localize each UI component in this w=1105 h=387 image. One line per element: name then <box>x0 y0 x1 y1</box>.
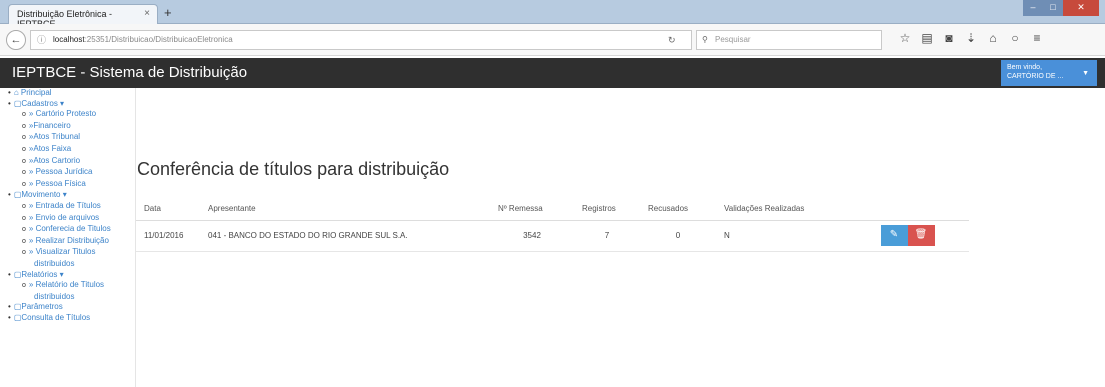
sidebar-item-conferencia[interactable]: » Conferecia de Titulos <box>0 224 135 236</box>
address-bar[interactable]: ⓘ localhost:25351/Distribuicao/Distribui… <box>30 30 692 50</box>
sidebar-item-atos-cartorio[interactable]: »Atos Cartorio <box>0 156 135 168</box>
info-icon[interactable]: ⓘ <box>37 31 46 49</box>
col-header-apresentante: Apresentante <box>200 198 490 221</box>
sidebar-item-relatorio-titulos-wrap[interactable]: distribuidos <box>0 292 135 303</box>
table-row: 11/01/2016 041 - BANCO DO ESTADO DO RIO … <box>136 220 969 252</box>
minimize-icon[interactable]: – <box>1023 0 1043 16</box>
sidebar-item-label: Cadastros ▾ <box>21 98 65 108</box>
browser-nav-bar: ← ⓘ localhost:25351/Distribuicao/Distrib… <box>0 24 1105 56</box>
user-menu-button[interactable]: Bem vindo, CARTÓRIO DE ... ▼ <box>1001 60 1097 86</box>
star-icon[interactable]: ☆ <box>898 31 912 45</box>
cell-registros: 7 <box>574 220 640 252</box>
sidebar-item-label: Parâmetros <box>21 302 63 312</box>
cell-apresentante: 041 - BANCO DO ESTADO DO RIO GRANDE SUL … <box>200 220 490 252</box>
chat-icon[interactable]: ○ <box>1008 31 1022 45</box>
bookmark-list-icon[interactable]: ▤ <box>920 31 934 45</box>
page-title: Conferência de títulos para distribuição <box>137 159 450 179</box>
col-header-data: Data <box>136 198 200 221</box>
sidebar-item-parametros[interactable]: ▢Parâmetros <box>0 302 135 313</box>
sidebar-item-relatorios[interactable]: ▢Relatórios ▾ <box>0 270 135 281</box>
sidebar-item-atos-tribunal[interactable]: »Atos Tribunal <box>0 132 135 144</box>
app-title: IEPTBCE - Sistema de Distribuição <box>12 64 248 81</box>
tab-close-icon[interactable]: × <box>144 8 150 19</box>
url-path: :25351/Distribuicao/DistribuicaoEletroni… <box>84 35 233 44</box>
browser-tab-bar: Distribuição Eletrônica - IEPTBCE × + – … <box>0 0 1105 29</box>
maximize-icon[interactable]: □ <box>1043 0 1063 16</box>
window-close-icon[interactable]: ✕ <box>1063 0 1099 16</box>
col-header-validacoes: Validações Realizadas <box>716 198 846 221</box>
caret-down-icon: ▼ <box>1082 70 1089 77</box>
new-tab-button[interactable]: + <box>164 5 172 20</box>
url-host: localhost <box>53 35 85 44</box>
toolbar-icons: ☆ ▤ ◙ ⇣ ⌂ ○ ≡ <box>898 31 1044 45</box>
delete-button[interactable]: 🗑 <box>907 225 935 246</box>
back-arrow-icon[interactable]: ← <box>6 30 26 50</box>
col-header-recusados: Recusados <box>640 198 716 221</box>
window-controls: – □ ✕ <box>1023 0 1099 16</box>
sidebar-item-label: Principal <box>20 88 52 97</box>
home-icon[interactable]: ⌂ <box>986 31 1000 45</box>
user-greeting: Bem vindo, <box>1007 64 1043 71</box>
pocket-icon[interactable]: ◙ <box>942 31 956 45</box>
sidebar-item-cadastros[interactable]: ▢Cadastros ▾ <box>0 99 135 110</box>
sidebar-item-visualizar-titulos[interactable]: » Visualizar Titulos <box>0 247 135 259</box>
home-icon: ⌂ <box>13 88 19 97</box>
sidebar-item-pessoa-juridica[interactable]: » Pessoa Jurídica <box>0 167 135 179</box>
app-header: IEPTBCE - Sistema de Distribuição Bem vi… <box>0 58 1105 88</box>
sidebar-item-movimento[interactable]: ▢Movimento ▾ <box>0 190 135 201</box>
sidebar-item-relatorio-titulos[interactable]: » Relatório de Titulos <box>0 280 135 292</box>
cell-validacoes: N <box>716 220 846 252</box>
sidebar-item-label: Movimento ▾ <box>21 190 67 200</box>
sidebar-item-envio-arquivos[interactable]: » Envio de arquivos <box>0 213 135 225</box>
edit-icon: ✎ <box>889 229 899 240</box>
sidebar-item-financeiro[interactable]: »Financeiro <box>0 121 135 133</box>
cell-recusados: 0 <box>640 220 716 252</box>
browser-tab[interactable]: Distribuição Eletrônica - IEPTBCE × <box>8 4 158 29</box>
sidebar-item-visualizar-titulos-wrap[interactable]: distribuidos <box>0 259 135 270</box>
sidebar-item-consulta[interactable]: ▢Consulta de Títulos <box>0 313 135 324</box>
sidebar-item-pessoa-fisica[interactable]: » Pessoa Física <box>0 179 135 191</box>
sidebar-item-entrada-titulos[interactable]: » Entrada de Títulos <box>0 201 135 213</box>
sidebar-item-atos-faixa[interactable]: »Atos Faixa <box>0 144 135 156</box>
sidebar-item-realizar-distribuicao[interactable]: » Realizar Distribuição <box>0 236 135 248</box>
sidebar-item-cartorio-protesto[interactable]: » Cartório Protesto <box>0 109 135 121</box>
search-icon: ⚲ <box>702 35 708 44</box>
table-header-row: Data Apresentante Nº Remessa Registros R… <box>136 198 969 221</box>
cell-actions: ✎ 🗑 <box>846 220 969 252</box>
user-name: CARTÓRIO DE ... <box>1007 73 1064 80</box>
col-header-remessa: Nº Remessa <box>490 198 574 221</box>
download-icon[interactable]: ⇣ <box>964 31 978 45</box>
sidebar-item-label: Consulta de Títulos <box>21 312 91 322</box>
sidebar-item-label: Relatórios ▾ <box>21 269 64 279</box>
sidebar-item-principal[interactable]: ⌂ Principal <box>0 88 135 99</box>
titulos-table: Data Apresentante Nº Remessa Registros R… <box>136 198 969 252</box>
trash-icon: 🗑 <box>914 229 928 240</box>
search-placeholder: Pesquisar <box>715 35 751 44</box>
cell-data: 11/01/2016 <box>136 220 200 252</box>
search-input[interactable]: ⚲ Pesquisar <box>696 30 882 50</box>
menu-icon[interactable]: ≡ <box>1030 31 1044 45</box>
sidebar: ⌂ Principal ▢Cadastros ▾ » Cartório Prot… <box>0 88 136 387</box>
col-header-actions <box>846 198 969 221</box>
reload-icon[interactable]: ↻ <box>668 30 676 50</box>
edit-button[interactable]: ✎ <box>880 225 908 246</box>
col-header-registros: Registros <box>574 198 640 221</box>
cell-remessa: 3542 <box>490 220 574 252</box>
